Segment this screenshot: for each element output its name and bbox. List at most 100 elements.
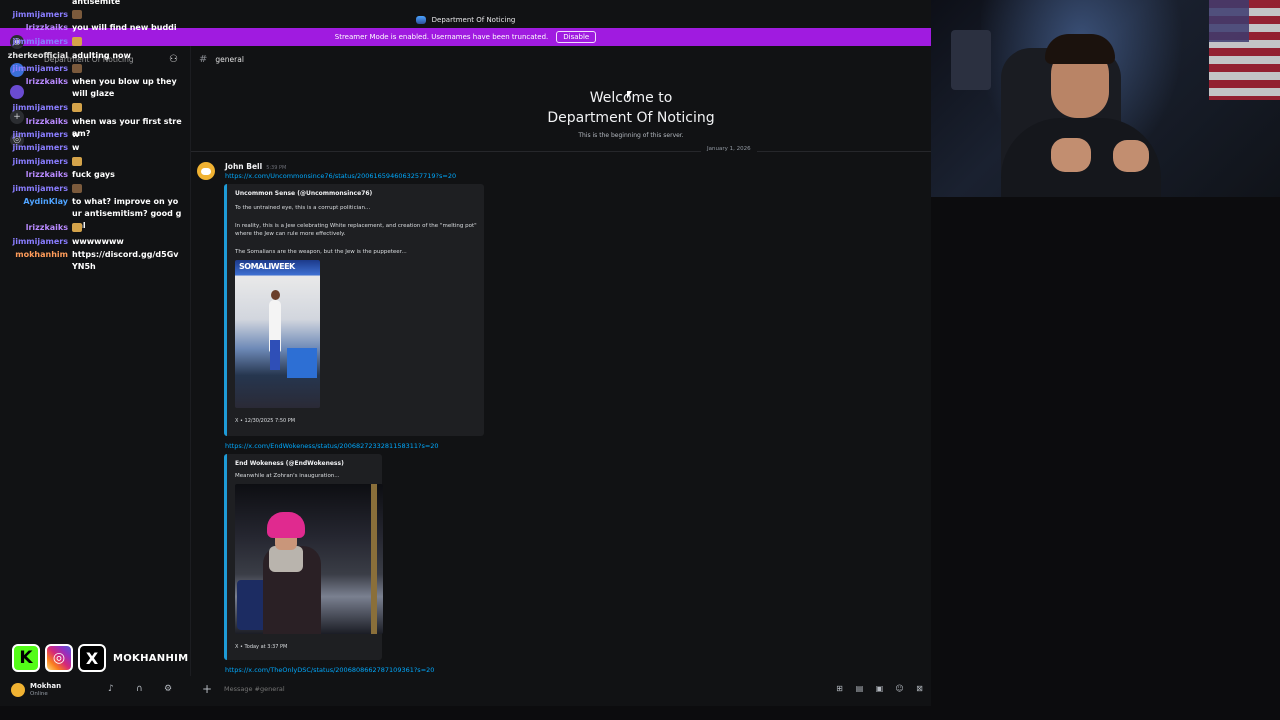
user-panel: Mokhan Online ♪ ∩ ⚙ [0, 678, 190, 702]
chat-message-text [72, 222, 182, 234]
message-timestamp: 5:39 PM [266, 165, 287, 171]
chat-overlay-line: zherkeofficial adulting now [0, 50, 190, 62]
chat-username: lrizzkaiks [25, 77, 68, 86]
message-author[interactable]: John Bell 5:39 PM [225, 162, 286, 171]
date-separator-label: January 1, 2026 [701, 146, 757, 152]
chat-emote-icon [72, 64, 82, 73]
chat-overlay-line: jimmijamers [0, 9, 190, 21]
embed-footer-text: X • 12/30/2025 7:50 PM [235, 418, 296, 424]
chat-message-text [72, 156, 182, 168]
chat-message-text: when you blow up they will glaze [72, 77, 177, 98]
chat-message-text: adulting now [72, 51, 131, 60]
chat-username: jimmijamers [12, 10, 68, 19]
welcome-subtitle: This is the beginning of this server. [578, 132, 684, 139]
user-name[interactable]: Mokhan [30, 682, 61, 690]
headphones-icon[interactable]: ∩ [136, 684, 143, 694]
emoji-icon[interactable]: ☺ [894, 683, 905, 694]
kick-logo-icon: K [12, 644, 40, 672]
chat-username: jimmijamers [12, 184, 68, 193]
chat-emote-icon [72, 223, 82, 232]
chat-message-text: fuck gays [72, 170, 115, 179]
embed-footer: X • 12/30/2025 7:50 PM [235, 418, 295, 424]
author-name[interactable]: John Bell [225, 162, 262, 171]
chat-overlay-line: jimmijamers [0, 63, 190, 75]
server-icon [415, 16, 426, 24]
chat-overlay-line: antisemite [0, 0, 190, 8]
gift-icon[interactable]: ⊞ [834, 683, 845, 694]
disable-streamer-mode-button[interactable]: Disable [556, 31, 597, 43]
chat-username: mokhanhim [15, 250, 68, 259]
window-title: Department Of Noticing [431, 16, 516, 24]
stream-chat-overlay: antisemite jimmijamers lrizzkaiks you will … [0, 0, 190, 280]
chat-overlay-line: jimmijamers w [0, 129, 190, 141]
webcam-shelf [951, 30, 991, 90]
embed-text-1: Meanwhile at Zohran's inauguration... [235, 473, 340, 479]
social-handles: K ◎ X MOKHANHIM [12, 644, 188, 672]
tweet-embed-1: Uncommon Sense (@Uncommonsince76) To the… [224, 184, 484, 436]
message-link-1[interactable]: https://x.com/Uncommonsince76/status/200… [225, 172, 456, 180]
embed-author[interactable]: End Wokeness (@EndWokeness) [235, 460, 344, 467]
composer-tools: ⊞ ▤ ▣ ☺ ⊠ [834, 683, 925, 694]
message-composer: + ⊞ ▤ ▣ ☺ ⊠ [190, 678, 931, 700]
embed-text-2: In reality, this is a Jew celebrating Wh… [235, 223, 477, 237]
chat-username [0, 0, 72, 8]
gif-icon[interactable]: ▤ [854, 683, 865, 694]
chat-emote-icon [72, 103, 82, 112]
embed-text-1: To the untrained eye, this is a corrupt … [235, 205, 371, 211]
chat-message-text: antisemite [72, 0, 121, 6]
mouse-cursor-icon [627, 91, 632, 99]
chat-username: zherkeofficial [7, 51, 68, 60]
webcam-feed [931, 0, 1280, 197]
microphone-icon[interactable]: ♪ [108, 684, 114, 694]
embed-text-3: The Somalians are the weapon, but the Je… [235, 249, 407, 255]
chat-overlay-line: jimmijamers [0, 156, 190, 168]
chat-emote-icon [72, 157, 82, 166]
chat-username: jimmijamers [12, 103, 68, 112]
image-figure-head [271, 290, 280, 300]
message-input[interactable] [224, 685, 824, 693]
channel-name: general [215, 54, 244, 64]
chat-overlay-line: jimmijamers w [0, 142, 190, 154]
channel-header: # general [191, 50, 244, 68]
chat-username: lrizzkaiks [25, 223, 68, 232]
webcam-flag-union [1209, 0, 1249, 42]
embed-image[interactable]: SOMALIWEEK [235, 260, 320, 408]
message-link-3[interactable]: https://x.com/TheOnlyDSC/status/20068086… [225, 666, 434, 674]
discord-logo-icon [201, 167, 211, 175]
separator-line [191, 151, 932, 152]
chat-overlay-line: lrizzkaiks [0, 222, 190, 234]
chat-overlay-line: jimmijamers [0, 102, 190, 114]
chat-username: jimmijamers [12, 143, 68, 152]
chat-username: jimmijamers [12, 64, 68, 73]
embed-author[interactable]: Uncommon Sense (@Uncommonsince76) [235, 190, 372, 197]
image-figure-legs [270, 340, 280, 370]
chat-username: jimmijamers [12, 130, 68, 139]
chat-emote-icon [72, 10, 82, 19]
avatar[interactable] [11, 683, 25, 697]
chat-overlay-line: lrizzkaiks when you blow up they will gla… [0, 76, 190, 100]
webcam-person-hand-left [1051, 138, 1091, 172]
chat-emote-icon [72, 184, 82, 193]
chat-overlay-line: jimmijamers [0, 183, 190, 195]
settings-gear-icon[interactable]: ⚙ [164, 684, 172, 694]
chat-username: jimmijamers [12, 37, 68, 46]
chat-message-text: https://discord.gg/d5GvYN5h [72, 250, 179, 271]
attach-plus-icon[interactable]: + [202, 682, 216, 696]
chat-username: lrizzkaiks [25, 170, 68, 179]
sticker-icon[interactable]: ▣ [874, 683, 885, 694]
message-link-2[interactable]: https://x.com/EndWokeness/status/2006827… [225, 442, 439, 450]
avatar[interactable] [197, 162, 215, 180]
tweet-embed-2: End Wokeness (@EndWokeness) Meanwhile at… [224, 454, 383, 660]
chat-message-text: w [72, 130, 80, 139]
embed-image[interactable] [235, 484, 383, 634]
chat-message-text [72, 36, 182, 48]
chat-message-text [72, 102, 182, 114]
chat-overlay-line: jimmijamers [0, 36, 190, 48]
chat-overlay-line: jimmijamers wwwwwww [0, 236, 190, 248]
image-banner-text: SOMALIWEEK [239, 262, 295, 271]
hash-icon: # [199, 53, 208, 65]
user-status: Online [30, 691, 48, 697]
apps-icon[interactable]: ⊠ [914, 683, 925, 694]
date-separator: January 1, 2026 [191, 146, 932, 156]
webcam-person-hand-right [1113, 140, 1149, 172]
